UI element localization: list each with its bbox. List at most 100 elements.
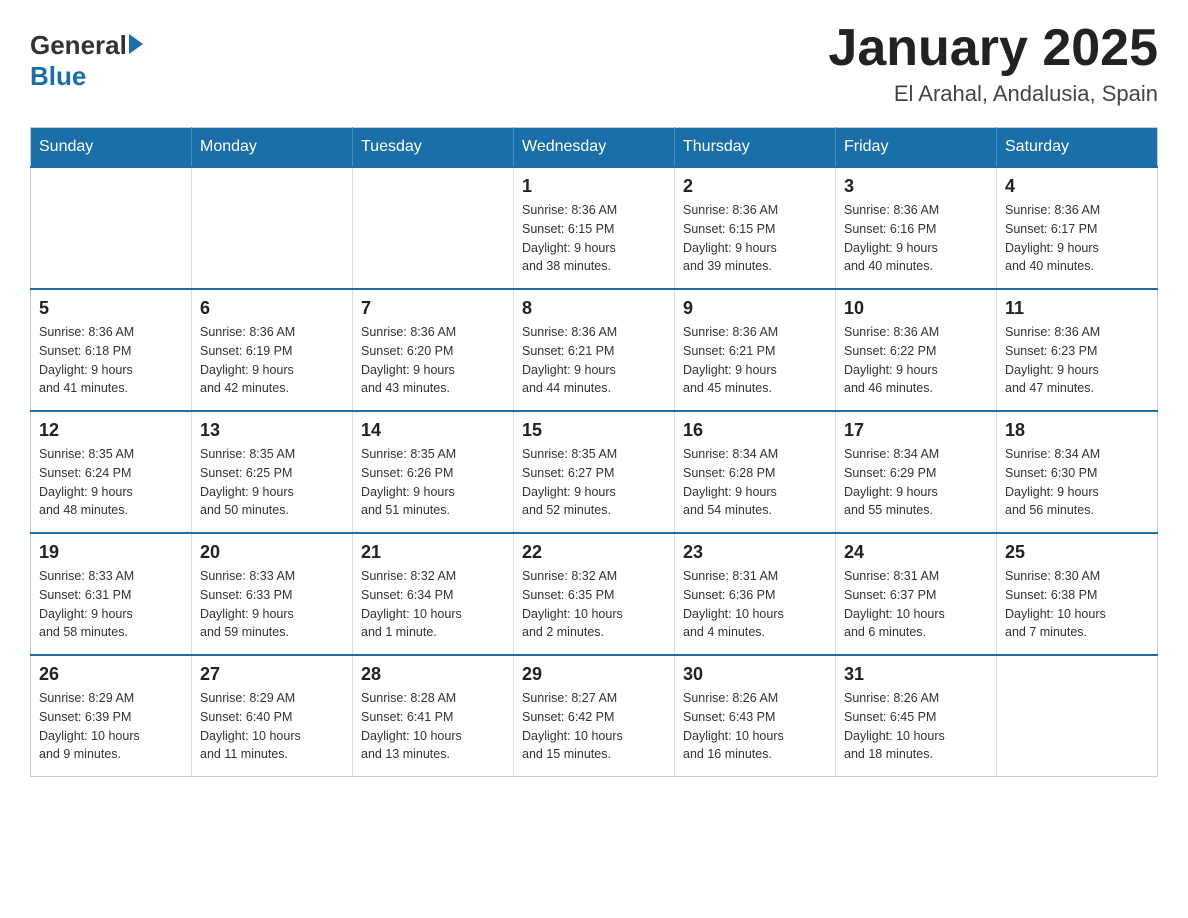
day-cell: 5Sunrise: 8:36 AMSunset: 6:18 PMDaylight… <box>31 289 192 411</box>
day-number: 9 <box>683 298 827 319</box>
day-cell: 16 Sunrise: 8:34 AMSunset: 6:28 PMDayligh… <box>675 411 836 533</box>
day-number: 18 <box>1005 420 1149 441</box>
day-cell: 13 Sunrise: 8:35 AMSunset: 6:25 PMDayligh… <box>192 411 353 533</box>
weekday-header-thursday: Thursday <box>675 128 836 168</box>
day-number: 19 <box>39 542 183 563</box>
calendar-table: SundayMondayTuesdayWednesdayThursdayFrid… <box>30 127 1158 777</box>
day-info: Sunrise: 8:36 AMSunset: 6:15 PMDaylight:… <box>683 201 827 276</box>
day-cell: 26Sunrise: 8:29 AMSunset: 6:39 PMDayligh… <box>31 655 192 777</box>
calendar-location: El Arahal, Andalusia, Spain <box>828 81 1158 107</box>
day-info: Sunrise: 8:29 AMSunset: 6:40 PMDaylight:… <box>200 689 344 764</box>
day-cell: 9 Sunrise: 8:36 AMSunset: 6:21 PMDaylight… <box>675 289 836 411</box>
weekday-header-tuesday: Tuesday <box>353 128 514 168</box>
day-info: Sunrise: 8:26 AMSunset: 6:45 PMDaylight:… <box>844 689 988 764</box>
day-info: Sunrise: 8:31 AMSunset: 6:36 PMDaylight:… <box>683 567 827 642</box>
day-cell: 28 Sunrise: 8:28 AMSunset: 6:41 PMDayligh… <box>353 655 514 777</box>
logo-triangle-icon <box>129 34 143 54</box>
day-cell: 31 Sunrise: 8:26 AMSunset: 6:45 PMDayligh… <box>836 655 997 777</box>
day-cell: 6Sunrise: 8:36 AMSunset: 6:19 PMDaylight… <box>192 289 353 411</box>
day-number: 22 <box>522 542 666 563</box>
day-info: Sunrise: 8:28 AMSunset: 6:41 PMDaylight:… <box>361 689 505 764</box>
day-cell: 23 Sunrise: 8:31 AMSunset: 6:36 PMDayligh… <box>675 533 836 655</box>
day-cell: 8 Sunrise: 8:36 AMSunset: 6:21 PMDaylight… <box>514 289 675 411</box>
day-number: 21 <box>361 542 505 563</box>
day-info: Sunrise: 8:36 AMSunset: 6:23 PMDaylight:… <box>1005 323 1149 398</box>
calendar-title: January 2025 <box>828 20 1158 77</box>
day-number: 2 <box>683 176 827 197</box>
day-number: 31 <box>844 664 988 685</box>
day-cell: 29Sunrise: 8:27 AMSunset: 6:42 PMDayligh… <box>514 655 675 777</box>
day-info: Sunrise: 8:35 AMSunset: 6:27 PMDaylight:… <box>522 445 666 520</box>
day-number: 10 <box>844 298 988 319</box>
day-number: 15 <box>522 420 666 441</box>
day-number: 20 <box>200 542 344 563</box>
day-info: Sunrise: 8:36 AMSunset: 6:21 PMDaylight:… <box>522 323 666 398</box>
day-cell: 12 Sunrise: 8:35 AMSunset: 6:24 PMDayligh… <box>31 411 192 533</box>
day-cell: 10 Sunrise: 8:36 AMSunset: 6:22 PMDayligh… <box>836 289 997 411</box>
day-cell: 1 Sunrise: 8:36 AMSunset: 6:15 PMDaylight… <box>514 167 675 289</box>
day-number: 4 <box>1005 176 1149 197</box>
day-number: 12 <box>39 420 183 441</box>
day-info: Sunrise: 8:36 AMSunset: 6:22 PMDaylight:… <box>844 323 988 398</box>
weekday-header-friday: Friday <box>836 128 997 168</box>
title-section: January 2025 El Arahal, Andalusia, Spain <box>828 20 1158 107</box>
day-info: Sunrise: 8:36 AMSunset: 6:16 PMDaylight:… <box>844 201 988 276</box>
day-cell <box>192 167 353 289</box>
day-number: 16 <box>683 420 827 441</box>
weekday-header-row: SundayMondayTuesdayWednesdayThursdayFrid… <box>31 128 1158 168</box>
day-info: Sunrise: 8:29 AMSunset: 6:39 PMDaylight:… <box>39 689 183 764</box>
week-row-2: 5Sunrise: 8:36 AMSunset: 6:18 PMDaylight… <box>31 289 1158 411</box>
weekday-header-wednesday: Wednesday <box>514 128 675 168</box>
day-cell: 27 Sunrise: 8:29 AMSunset: 6:40 PMDayligh… <box>192 655 353 777</box>
day-cell: 24 Sunrise: 8:31 AMSunset: 6:37 PMDayligh… <box>836 533 997 655</box>
day-info: Sunrise: 8:34 AMSunset: 6:29 PMDaylight:… <box>844 445 988 520</box>
week-row-4: 19Sunrise: 8:33 AMSunset: 6:31 PMDayligh… <box>31 533 1158 655</box>
day-cell: 14Sunrise: 8:35 AMSunset: 6:26 PMDayligh… <box>353 411 514 533</box>
day-cell <box>997 655 1158 777</box>
day-number: 8 <box>522 298 666 319</box>
day-info: Sunrise: 8:33 AMSunset: 6:33 PMDaylight:… <box>200 567 344 642</box>
day-cell: 3 Sunrise: 8:36 AMSunset: 6:16 PMDaylight… <box>836 167 997 289</box>
week-row-5: 26Sunrise: 8:29 AMSunset: 6:39 PMDayligh… <box>31 655 1158 777</box>
day-number: 28 <box>361 664 505 685</box>
weekday-header-sunday: Sunday <box>31 128 192 168</box>
day-info: Sunrise: 8:26 AMSunset: 6:43 PMDaylight:… <box>683 689 827 764</box>
day-info: Sunrise: 8:34 AMSunset: 6:30 PMDaylight:… <box>1005 445 1149 520</box>
day-number: 25 <box>1005 542 1149 563</box>
page-header: General Blue January 2025 El Arahal, And… <box>30 20 1158 107</box>
day-number: 5 <box>39 298 183 319</box>
day-info: Sunrise: 8:31 AMSunset: 6:37 PMDaylight:… <box>844 567 988 642</box>
day-number: 24 <box>844 542 988 563</box>
week-row-3: 12 Sunrise: 8:35 AMSunset: 6:24 PMDayligh… <box>31 411 1158 533</box>
day-number: 14 <box>361 420 505 441</box>
day-cell: 20 Sunrise: 8:33 AMSunset: 6:33 PMDayligh… <box>192 533 353 655</box>
day-info: Sunrise: 8:36 AMSunset: 6:21 PMDaylight:… <box>683 323 827 398</box>
day-cell <box>353 167 514 289</box>
day-info: Sunrise: 8:36 AMSunset: 6:15 PMDaylight:… <box>522 201 666 276</box>
day-number: 13 <box>200 420 344 441</box>
day-cell: 30 Sunrise: 8:26 AMSunset: 6:43 PMDayligh… <box>675 655 836 777</box>
day-info: Sunrise: 8:36 AMSunset: 6:19 PMDaylight:… <box>200 323 344 398</box>
day-info: Sunrise: 8:35 AMSunset: 6:25 PMDaylight:… <box>200 445 344 520</box>
day-number: 1 <box>522 176 666 197</box>
logo-general-text: General <box>30 30 127 61</box>
day-number: 7 <box>361 298 505 319</box>
day-info: Sunrise: 8:35 AMSunset: 6:24 PMDaylight:… <box>39 445 183 520</box>
day-number: 29 <box>522 664 666 685</box>
week-row-1: 1 Sunrise: 8:36 AMSunset: 6:15 PMDaylight… <box>31 167 1158 289</box>
day-number: 27 <box>200 664 344 685</box>
day-info: Sunrise: 8:36 AMSunset: 6:17 PMDaylight:… <box>1005 201 1149 276</box>
day-cell: 19Sunrise: 8:33 AMSunset: 6:31 PMDayligh… <box>31 533 192 655</box>
day-number: 17 <box>844 420 988 441</box>
day-cell: 17 Sunrise: 8:34 AMSunset: 6:29 PMDayligh… <box>836 411 997 533</box>
day-cell: 15 Sunrise: 8:35 AMSunset: 6:27 PMDayligh… <box>514 411 675 533</box>
day-cell: 11Sunrise: 8:36 AMSunset: 6:23 PMDayligh… <box>997 289 1158 411</box>
weekday-header-saturday: Saturday <box>997 128 1158 168</box>
day-number: 23 <box>683 542 827 563</box>
day-number: 3 <box>844 176 988 197</box>
day-info: Sunrise: 8:30 AMSunset: 6:38 PMDaylight:… <box>1005 567 1149 642</box>
day-info: Sunrise: 8:34 AMSunset: 6:28 PMDaylight:… <box>683 445 827 520</box>
day-number: 30 <box>683 664 827 685</box>
day-cell: 2 Sunrise: 8:36 AMSunset: 6:15 PMDaylight… <box>675 167 836 289</box>
logo-blue-text: Blue <box>30 61 86 92</box>
